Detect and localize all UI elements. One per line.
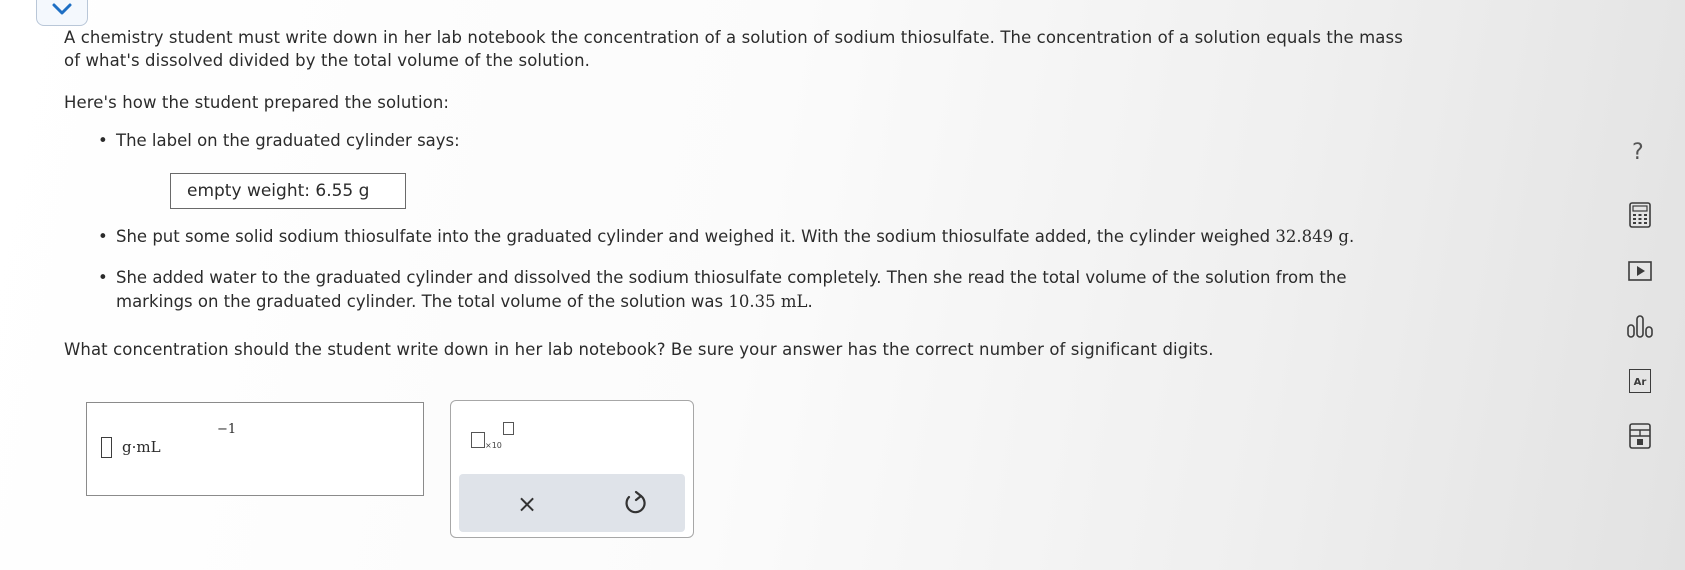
- bullet-label: • The label on the graduated cylinder sa…: [98, 129, 460, 152]
- mantissa-box-icon: [471, 432, 485, 448]
- cylinder-label-text: empty weight: 6.55 g: [187, 181, 370, 201]
- calculator-icon: [1629, 202, 1651, 228]
- bullet-dot: •: [98, 131, 108, 150]
- calculator-button[interactable]: [1626, 201, 1654, 229]
- weighed-value: 32.849 g: [1275, 227, 1349, 246]
- cylinder-label: empty weight: 6.55 g: [170, 173, 406, 209]
- bullet-dissolved: • She added water to the graduated cylin…: [98, 266, 1347, 289]
- bullet-weighed-end: .: [1348, 227, 1355, 246]
- periodic-table-symbol: Ar: [1633, 377, 1647, 388]
- video-button[interactable]: [1626, 257, 1654, 285]
- periodic-table-button[interactable]: Ar: [1626, 367, 1654, 395]
- video-icon: [1628, 261, 1652, 281]
- chevron-down-icon: [52, 3, 72, 15]
- question-prompt: What concentration should the student wr…: [64, 340, 1214, 359]
- bullet-weighed-text: She put some solid sodium thiosulfate in…: [116, 227, 1276, 246]
- unit-exponent: −1: [217, 422, 237, 437]
- bullet-weighed: • She put some solid sodium thiosulfate …: [98, 225, 1355, 248]
- unit-text: g·mL: [122, 438, 161, 456]
- undo-button[interactable]: [619, 488, 651, 520]
- preparation-heading: Here's how the student prepared the solu…: [64, 93, 450, 112]
- answer-unit: g·mL −1: [122, 422, 236, 456]
- bullet-dissolved-line-1: She added water to the graduated cylinde…: [116, 268, 1347, 287]
- bar-chart-icon: [1627, 315, 1653, 338]
- reference-button[interactable]: [1626, 422, 1654, 450]
- bullet-dot: •: [98, 227, 108, 246]
- data-button[interactable]: [1626, 312, 1654, 340]
- volume-value: 10.35 mL: [728, 292, 808, 311]
- bullet-dissolved-line-2: markings on the graduated cylinder. The …: [116, 292, 729, 311]
- clear-button[interactable]: ×: [507, 484, 547, 524]
- times-ten-label: ×10: [485, 441, 502, 450]
- collapse-button[interactable]: [36, 0, 88, 26]
- intro-line-2: of what's dissolved divided by the total…: [64, 51, 590, 70]
- answer-area: g·mL −1: [86, 402, 424, 496]
- reference-table-icon: [1629, 423, 1651, 449]
- undo-icon: [625, 490, 646, 514]
- bullet-label-text: The label on the graduated cylinder says…: [116, 131, 460, 150]
- answer-input[interactable]: [101, 437, 112, 458]
- answer-tools-panel: ×10 ×: [450, 400, 694, 538]
- action-bar: ×: [459, 474, 685, 532]
- bullet-dot: •: [98, 268, 108, 287]
- help-button[interactable]: ?: [1632, 140, 1644, 165]
- periodic-table-icon: Ar: [1629, 369, 1651, 393]
- intro-line-1: A chemistry student must write down in h…: [64, 28, 1403, 47]
- bullet-dissolved-cont: markings on the graduated cylinder. The …: [116, 290, 813, 313]
- bullet-dissolved-end: .: [807, 292, 813, 311]
- exponent-box-icon: [503, 422, 514, 435]
- scientific-notation-button[interactable]: ×10: [471, 422, 521, 452]
